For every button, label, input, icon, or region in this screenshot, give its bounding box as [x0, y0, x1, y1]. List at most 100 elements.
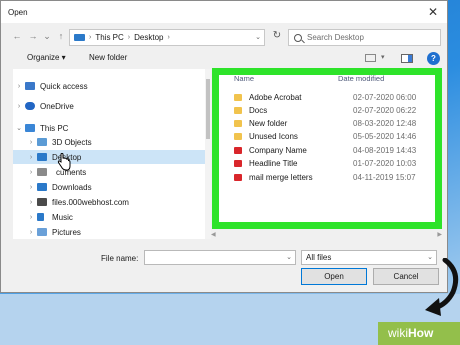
sidebar-item-label: Music	[52, 212, 73, 222]
file-name: mail merge letters	[249, 172, 313, 182]
sidebar-item-webhost[interactable]: › files.000webhost.com	[13, 195, 211, 209]
address-bar[interactable]: › This PC › Desktop › ⌄	[69, 29, 265, 46]
expand-arrow-icon[interactable]: ›	[13, 83, 25, 90]
documents-icon	[37, 168, 47, 176]
file-row[interactable]: Company Name 04-08-2019 14:43	[234, 145, 444, 155]
sidebar-item-label: Pictures	[52, 227, 81, 237]
search-input[interactable]: Search Desktop	[288, 29, 441, 46]
file-name: Headline Title	[249, 158, 298, 168]
file-date: 04-08-2019 14:43	[353, 145, 417, 155]
sidebar-item-documents[interactable]: › cuments	[13, 165, 211, 179]
folder-icon	[234, 119, 242, 127]
scroll-right-icon[interactable]: ▶	[437, 231, 442, 238]
open-button[interactable]: Open	[301, 268, 367, 285]
curved-arrow-icon	[425, 258, 459, 316]
preview-pane-icon[interactable]	[401, 54, 413, 63]
chevron-down-icon[interactable]: ⌄	[255, 33, 261, 41]
command-bar: Organize ▾ New folder ▾ ?	[1, 51, 447, 67]
view-options-icon[interactable]	[365, 54, 376, 62]
file-row[interactable]: New folder 08-03-2020 12:48	[234, 118, 444, 128]
logo-how: How	[408, 326, 434, 340]
file-date: 08-03-2020 12:48	[353, 118, 417, 128]
expand-arrow-icon[interactable]: ›	[25, 214, 37, 221]
file-name-input[interactable]: ⌄	[144, 250, 296, 265]
file-row[interactable]: Docs 02-07-2020 06:22	[234, 105, 444, 115]
breadcrumb-separator: ›	[127, 34, 131, 41]
up-arrow-icon[interactable]: ↑	[55, 31, 67, 41]
close-icon[interactable]: ✕	[428, 5, 438, 19]
breadcrumb-this-pc[interactable]: This PC	[95, 33, 123, 42]
pdf-icon	[234, 159, 242, 167]
folder-icon	[234, 106, 242, 114]
expand-arrow-icon[interactable]: ›	[25, 229, 37, 236]
organize-button[interactable]: Organize ▾	[27, 53, 66, 62]
column-header-date-modified[interactable]: Date modified	[338, 74, 384, 83]
column-header-name[interactable]: Name	[234, 74, 254, 83]
sidebar-item-label: 3D Objects	[52, 137, 92, 147]
file-name: Docs	[249, 105, 268, 115]
sidebar-item-onedrive[interactable]: › OneDrive	[13, 99, 211, 113]
title-bar: Open ✕	[1, 1, 447, 23]
this-pc-icon	[74, 34, 85, 41]
refresh-icon[interactable]: ↻	[269, 30, 285, 45]
file-row[interactable]: Adobe Acrobat 02-07-2020 06:00	[234, 92, 444, 102]
file-name: Adobe Acrobat	[249, 92, 302, 102]
sidebar-item-music[interactable]: › Music	[13, 210, 211, 224]
chevron-down-icon[interactable]: ▾	[381, 53, 385, 61]
sidebar-item-label: files.000webhost.com	[52, 197, 129, 207]
sidebar-item-this-pc[interactable]: ⌄ This PC	[13, 121, 211, 135]
sidebar-item-desktop[interactable]: › Desktop	[13, 150, 205, 164]
expand-arrow-icon[interactable]: ›	[13, 103, 25, 110]
sidebar-item-pictures[interactable]: › Pictures	[13, 225, 211, 239]
logo-wiki: wiki	[388, 326, 408, 340]
expand-arrow-icon[interactable]: ›	[25, 169, 37, 176]
sidebar-item-label: OneDrive	[40, 101, 74, 111]
folder-icon	[234, 132, 242, 140]
sidebar-item-downloads[interactable]: › Downloads	[13, 180, 211, 194]
dialog-title: Open	[8, 7, 28, 17]
star-icon	[25, 82, 35, 90]
cube-icon	[37, 138, 47, 146]
breadcrumb-desktop[interactable]: Desktop	[134, 33, 163, 42]
download-icon	[37, 183, 47, 191]
navigation-pane: › Quick access › OneDrive ⌄ This PC › 3D…	[13, 69, 211, 239]
back-arrow-icon[interactable]: ←	[11, 31, 23, 41]
pictures-icon	[37, 228, 47, 236]
file-row[interactable]: Headline Title 01-07-2020 10:03	[234, 158, 444, 168]
sidebar-item-label: This PC	[40, 123, 69, 133]
file-name: New folder	[249, 118, 288, 128]
sidebar-item-3d-objects[interactable]: › 3D Objects	[13, 135, 211, 149]
search-icon	[294, 33, 302, 42]
expand-arrow-icon[interactable]: ›	[25, 184, 37, 191]
expand-arrow-icon[interactable]: ›	[25, 199, 37, 206]
pdf-icon	[234, 173, 242, 181]
scrollbar-thumb[interactable]	[206, 79, 210, 139]
sidebar-item-label: Downloads	[52, 182, 92, 192]
chevron-down-icon[interactable]: ⌄	[286, 253, 292, 261]
recent-locations-icon[interactable]: ⌄	[41, 31, 53, 42]
file-date: 05-05-2020 14:46	[353, 131, 417, 141]
breadcrumb-separator: ›	[167, 34, 170, 41]
collapse-arrow-icon[interactable]: ⌄	[13, 124, 25, 132]
forward-arrow-icon[interactable]: →	[27, 31, 39, 41]
scroll-left-icon[interactable]: ◀	[211, 231, 216, 238]
file-row[interactable]: Unused Icons 05-05-2020 14:46	[234, 131, 444, 141]
folder-icon	[234, 93, 242, 101]
new-folder-button[interactable]: New folder	[89, 53, 127, 62]
file-date: 04-11-2019 15:07	[353, 172, 416, 182]
expand-arrow-icon[interactable]: ›	[25, 139, 37, 146]
file-type-value: All files	[306, 253, 332, 262]
file-list-scrollbar[interactable]: ◀ ▶	[211, 231, 442, 239]
file-name: Unused Icons	[249, 131, 298, 141]
file-name-label: File name:	[101, 254, 139, 263]
sidebar-item-quick-access[interactable]: › Quick access	[13, 79, 211, 93]
search-placeholder: Search Desktop	[307, 33, 364, 42]
expand-arrow-icon[interactable]: ›	[25, 154, 37, 161]
file-row[interactable]: mail merge letters 04-11-2019 15:07	[234, 172, 444, 182]
wikihow-logo: wikiHow	[378, 322, 460, 345]
file-date: 02-07-2020 06:00	[353, 92, 417, 102]
navigation-scrollbar[interactable]	[205, 69, 211, 239]
computer-icon	[25, 124, 35, 132]
open-file-dialog: Open ✕ ← → ⌄ ↑ › This PC › Desktop › ⌄ ↻…	[0, 0, 448, 293]
help-icon[interactable]: ?	[427, 52, 440, 65]
